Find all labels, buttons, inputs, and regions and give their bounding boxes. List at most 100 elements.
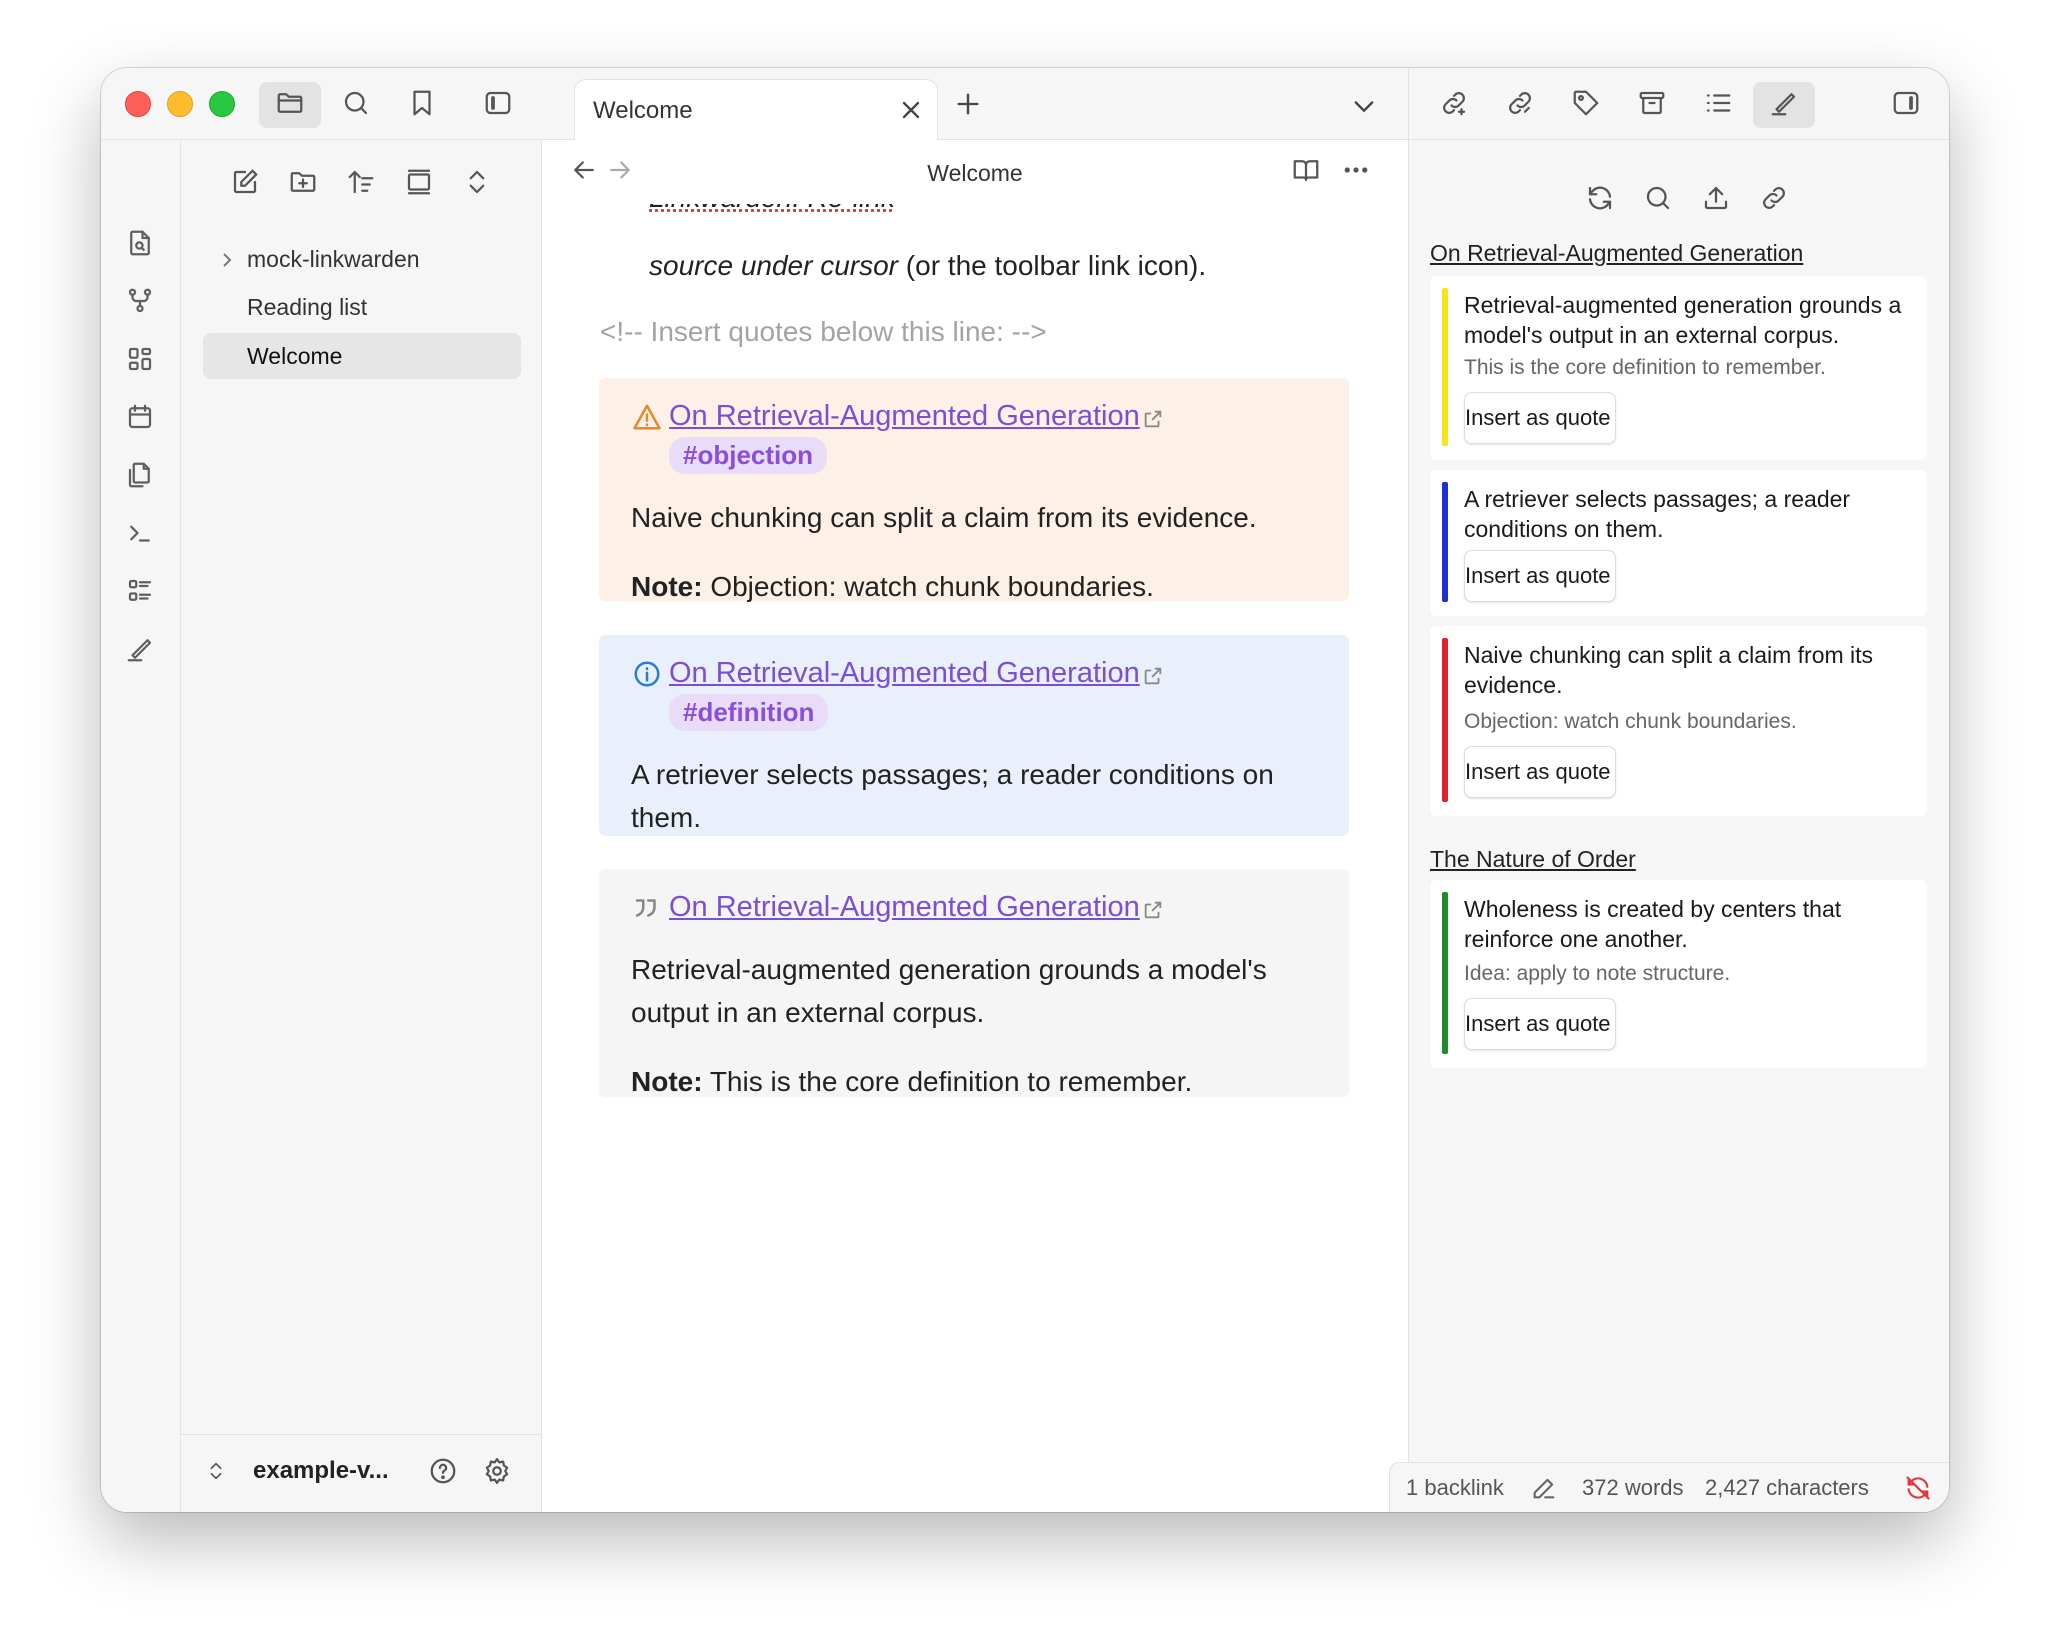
export-button[interactable] [1698,182,1734,218]
outgoing-links-tab[interactable] [1489,82,1551,128]
search-view-button[interactable] [325,82,387,128]
source-title[interactable]: On Retrieval-Augmented Generation [1430,240,1803,267]
callout-title: On Retrieval-Augmented Generation [631,400,1317,433]
zoom-window-button[interactable] [209,91,235,117]
tree-file-welcome[interactable]: Welcome [203,333,521,379]
link-source-button[interactable] [1756,182,1792,218]
toggle-left-sidebar-button[interactable] [467,82,529,128]
outline-tab[interactable] [1687,82,1749,128]
ribbon-templates[interactable] [123,460,157,494]
new-note-button[interactable] [227,166,263,202]
tab-list-button[interactable] [1350,92,1378,120]
tag-definition[interactable]: #definition [669,694,829,731]
source-title[interactable]: The Nature of Order [1430,846,1636,873]
collapse-icon [404,167,434,202]
file-search-icon [125,228,155,263]
tab-welcome[interactable]: Welcome [574,79,938,141]
warning-icon [631,401,663,433]
status-bar: 1 backlink 372 words 2,427 characters [1389,1462,1949,1512]
tree-file-reading-list[interactable]: Reading list [203,284,521,330]
source-link[interactable]: On Retrieval-Augmented Generation [669,891,1140,924]
note-content[interactable]: Linkwarden: Re-link source under cursor … [542,204,1408,1512]
close-tab-button[interactable] [897,96,925,124]
backlinks-tab[interactable] [1423,82,1485,128]
new-folder-button[interactable] [285,166,321,202]
outline-icon [1703,88,1733,123]
help-button[interactable] [425,1455,461,1491]
tags-tab[interactable] [1555,82,1617,128]
more-options-button[interactable] [1340,156,1372,188]
reading-view-button[interactable] [1290,156,1322,188]
highlighter-icon [125,634,155,669]
chevron-down-icon [1354,101,1374,113]
highlight-color-bar [1442,638,1448,802]
close-window-button[interactable] [125,91,151,117]
callout-body: Naive chunking can split a claim from it… [631,502,1257,533]
search-highlights-button[interactable] [1640,182,1676,218]
sort-button[interactable] [343,166,379,202]
ribbon [101,140,181,1512]
edit-mode-icon[interactable] [1530,1474,1558,1502]
archive-tab[interactable] [1621,82,1683,128]
refresh-button[interactable] [1582,182,1618,218]
tree-item-label: Reading list [247,293,368,320]
callout-note: Note: Objection: watch chunk boundaries. [631,565,1317,608]
view-title[interactable]: Welcome [542,160,1408,187]
insert-as-quote-button[interactable]: Insert as quote [1464,550,1616,602]
callout-note: Note: This is the core definition to rem… [631,1060,1317,1103]
highlighter-icon [1769,88,1799,123]
callout-body: A retriever selects passages; a reader c… [631,759,1274,833]
tree-folder-mock-linkwarden[interactable]: mock-linkwarden [203,236,521,282]
ribbon-command-palette[interactable] [123,518,157,552]
character-count: 2,427 characters [1705,1475,1869,1500]
ribbon-graph-view[interactable] [123,286,157,320]
list-icon [125,576,155,611]
auto-reveal-button[interactable] [401,166,437,202]
html-comment: <!-- Insert quotes below this line: --> [600,316,1047,347]
ribbon-daily-note[interactable] [123,402,157,436]
expand-collapse-button[interactable] [459,166,495,202]
ribbon-quick-switcher[interactable] [123,228,157,262]
ribbon-canvas[interactable] [123,344,157,378]
insert-as-quote-button[interactable]: Insert as quote [1464,998,1616,1050]
bookmarks-view-button[interactable] [391,82,453,128]
highlight-card: Naive chunking can split a claim from it… [1430,626,1927,816]
info-icon [631,658,663,690]
highlight-text: Wholeness is created by centers that rei… [1464,896,1842,952]
backlink-count[interactable]: 1 backlink [1406,1475,1504,1501]
chevron-up-down-icon [205,1460,227,1487]
source-link[interactable]: On Retrieval-Augmented Generation [669,657,1140,690]
insert-as-quote-button[interactable]: Insert as quote [1464,746,1616,798]
highlight-card: Retrieval-augmented generation grounds a… [1430,276,1927,460]
vault-name[interactable]: example-v... [253,1457,389,1485]
emphasis-text: source under cursor [649,250,899,281]
left-titlebar [101,68,542,140]
external-link-icon [1142,896,1166,920]
settings-button[interactable] [479,1455,515,1491]
highlight-text: Naive chunking can split a claim from it… [1464,642,1874,698]
ribbon-outline[interactable] [123,576,157,610]
toggle-right-sidebar-button[interactable] [1875,82,1937,128]
highlight-card: A retriever selects passages; a reader c… [1430,470,1927,616]
vault-switch-button[interactable] [205,1455,227,1491]
ribbon-highlights[interactable] [123,634,157,668]
partial-text-line: Linkwarden: Re-link [649,204,895,214]
external-link-icon [1142,662,1166,686]
tag-objection[interactable]: #objection [669,437,828,474]
main-editor: Welcome Welcome source under cursor (or … [542,68,1408,1512]
highlights-tab[interactable] [1753,82,1815,128]
help-icon [428,1456,458,1491]
highlight-color-bar [1442,892,1448,1054]
highlight-color-bar [1442,482,1448,602]
minimize-window-button[interactable] [167,91,193,117]
source-link[interactable]: On Retrieval-Augmented Generation [669,400,1140,433]
sync-error-icon[interactable] [1904,1474,1932,1502]
new-tab-button[interactable] [954,90,984,120]
search-icon [1643,183,1673,218]
callout-title: On Retrieval-Augmented Generation [631,657,1317,690]
insert-as-quote-button[interactable]: Insert as quote [1464,392,1616,444]
tab-title: Welcome [593,97,693,124]
files-view-button[interactable] [259,82,321,128]
highlight-text: A retriever selects passages; a reader c… [1464,486,1851,542]
highlight-note: Idea: apply to note structure. [1464,962,1731,985]
